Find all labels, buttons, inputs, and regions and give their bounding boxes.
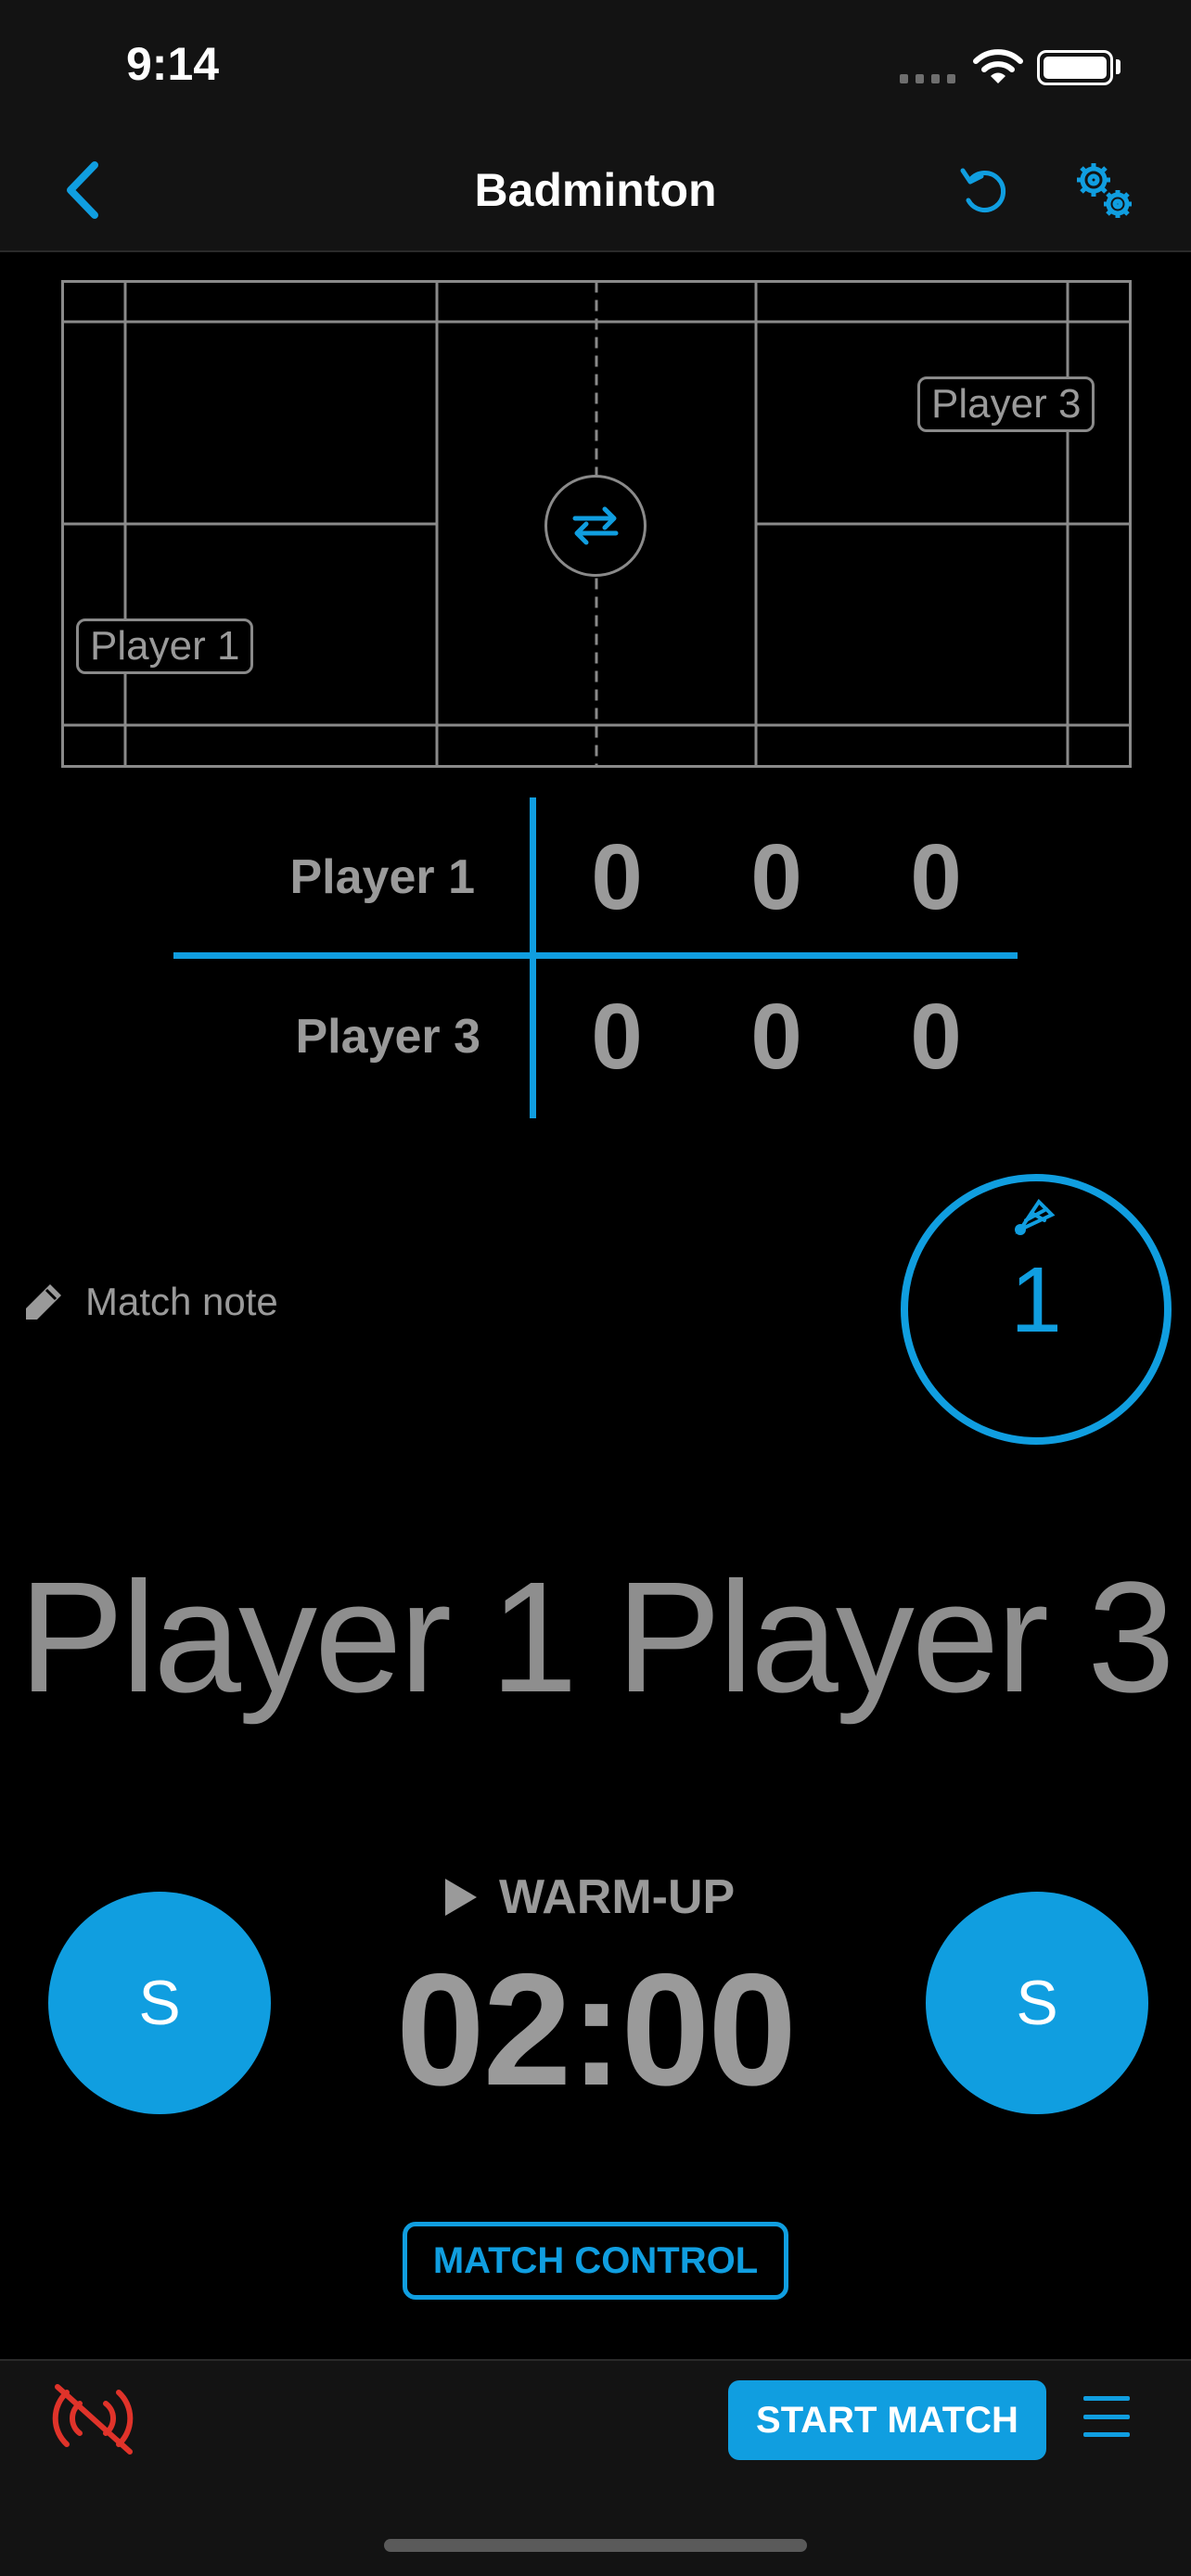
score-cell: 0 bbox=[750, 825, 802, 929]
battery-tip bbox=[1116, 59, 1121, 74]
score-row-name: Player 3 bbox=[295, 1010, 481, 1064]
back-button[interactable] bbox=[58, 158, 113, 223]
match-note-button[interactable]: Match note bbox=[22, 1280, 278, 1324]
no-signal-icon[interactable] bbox=[48, 2379, 137, 2457]
big-name-right: Player 3 bbox=[616, 1549, 1175, 1726]
swap-arrows-icon bbox=[572, 506, 619, 545]
start-match-button[interactable]: START MATCH bbox=[728, 2380, 1046, 2460]
wifi-icon bbox=[973, 49, 1023, 83]
score-cell: 0 bbox=[750, 985, 802, 1089]
score-cell: 0 bbox=[910, 825, 962, 929]
warmup-play-button[interactable]: WARM-UP bbox=[442, 1869, 735, 1925]
timer-display: 02:00 bbox=[396, 1941, 797, 2119]
pencil-icon bbox=[26, 1284, 61, 1320]
battery-icon bbox=[1037, 50, 1113, 85]
score-cell: 0 bbox=[591, 985, 643, 1089]
page-title: Badminton bbox=[474, 164, 717, 216]
serve-right-button[interactable]: S bbox=[926, 1892, 1148, 2114]
serve-left-button[interactable]: S bbox=[48, 1892, 271, 2114]
scoreboard-divider-horizontal bbox=[173, 952, 1018, 959]
gears-icon bbox=[1077, 163, 1132, 218]
serve-number: 1 bbox=[1010, 1248, 1062, 1352]
timer-phase-label: WARM-UP bbox=[499, 1870, 736, 1924]
player-names-display: Player 1 Player 3 bbox=[0, 1547, 1191, 1728]
home-indicator[interactable] bbox=[384, 2539, 807, 2552]
court-player-left-label: Player 1 bbox=[76, 618, 254, 674]
settings-button[interactable] bbox=[1071, 159, 1136, 224]
big-name-left: Player 1 bbox=[19, 1549, 578, 1726]
score-row-name: Player 1 bbox=[289, 850, 476, 904]
match-note-label: Match note bbox=[85, 1280, 278, 1323]
chevron-left-icon bbox=[67, 161, 98, 219]
score-cell: 0 bbox=[591, 825, 643, 929]
court-player-right-label: Player 3 bbox=[917, 376, 1095, 432]
swap-sides-button[interactable] bbox=[544, 475, 647, 577]
play-icon bbox=[445, 1879, 477, 1916]
match-control-button[interactable]: MATCH CONTROL bbox=[403, 2222, 788, 2300]
undo-button[interactable] bbox=[955, 163, 1011, 219]
undo-icon bbox=[960, 168, 1006, 212]
status-time: 9:14 bbox=[126, 38, 220, 90]
score-cell: 0 bbox=[910, 985, 962, 1089]
shuttlecock-icon bbox=[1015, 1198, 1056, 1235]
cellular-signal-icon bbox=[900, 74, 955, 83]
menu-icon[interactable] bbox=[1083, 2396, 1130, 2437]
